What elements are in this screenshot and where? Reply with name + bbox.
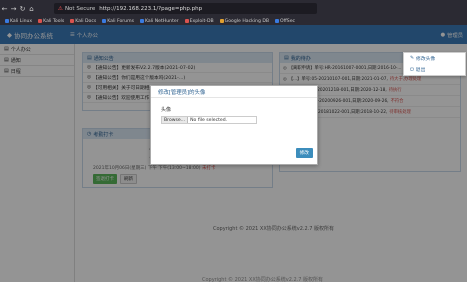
file-input[interactable]: Browse... No file selected. [161, 116, 257, 124]
logout-icon: ⏻ [410, 67, 414, 73]
bookmark-kali-linux[interactable]: Kali Linux [5, 19, 32, 24]
kali-icon [102, 19, 107, 23]
bookmark-kali-nethunter[interactable]: Kali NetHunter [139, 19, 179, 24]
kali-icon [5, 19, 9, 23]
not-secure-lock-icon: ⚠ [58, 5, 63, 12]
url-bar[interactable]: ⚠ Not Secure http://192.168.223.1/?page=… [54, 3, 317, 14]
kali-icon [139, 19, 144, 23]
bookmark-offsec[interactable]: OffSec [275, 19, 295, 24]
back-icon[interactable]: ← [0, 5, 9, 13]
bookmark-exploit-db[interactable]: Exploit-DB [184, 19, 214, 24]
file-status: No file selected. [190, 117, 228, 123]
modal-title: 修改[管理员]的头像 [151, 86, 317, 98]
bookmark-kali-forums[interactable]: Kali Forums [102, 19, 134, 24]
bookmarks-bar: Kali Linux Kali Tools Kali Docs Kali For… [0, 17, 467, 25]
exploit-db-icon [184, 19, 189, 23]
kali-icon [70, 19, 75, 23]
browser-toolbar: ← → ↻ ⌂ ⚠ Not Secure http://192.168.223.… [0, 0, 467, 17]
forward-icon[interactable]: → [9, 5, 18, 13]
menu-item-change-avatar[interactable]: ✎ 修改头像 [404, 53, 465, 64]
edit-icon: ✎ [410, 56, 415, 61]
menu-item-logout[interactable]: ⏻ 退出 [404, 64, 465, 75]
url-text: http://192.168.223.1/?page=php.php [99, 5, 203, 12]
avatar-modal: 修改[管理员]的头像 头像 Browse... No file selected… [150, 85, 318, 165]
avatar-label: 头像 [161, 107, 172, 113]
browse-button[interactable]: Browse... [162, 117, 189, 123]
home-icon[interactable]: ⌂ [27, 5, 36, 13]
ghdb-icon [219, 19, 224, 23]
bookmark-kali-tools[interactable]: Kali Tools [38, 19, 64, 24]
submit-button[interactable]: 修改 [295, 148, 313, 158]
not-secure-label: Not Secure [64, 5, 96, 12]
user-dropdown: ✎ 修改头像 ⏻ 退出 [403, 52, 466, 76]
bookmark-google-hacking-db[interactable]: Google Hacking DB [219, 19, 269, 24]
kali-icon [38, 19, 43, 23]
offsec-icon [275, 19, 280, 23]
bookmark-kali-docs[interactable]: Kali Docs [70, 19, 96, 24]
reload-icon[interactable]: ↻ [18, 5, 27, 13]
